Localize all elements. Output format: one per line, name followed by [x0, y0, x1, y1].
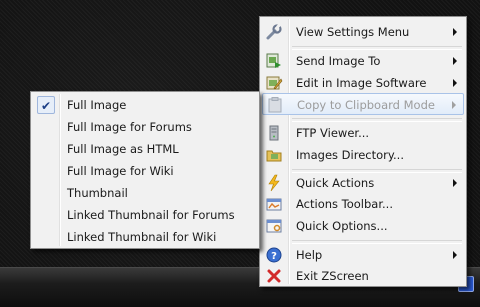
send-image-icon	[265, 52, 283, 70]
menu-item-actions-toolbar[interactable]: Actions Toolbar...	[262, 193, 464, 215]
menu-item-exit-zscreen[interactable]: Exit ZScreen	[262, 265, 464, 287]
folder-icon	[265, 146, 283, 164]
submenu-item-linked-thumbnail-for-forums[interactable]: Linked Thumbnail for Forums	[33, 204, 257, 226]
clipboard-mode-submenu: ✔ Full Image Full Image for Forums Full …	[30, 91, 260, 249]
submenu-item-full-image-for-wiki[interactable]: Full Image for Wiki	[33, 160, 257, 182]
checkmark-icon: ✔	[37, 96, 55, 114]
submenu-item-full-image-for-forums[interactable]: Full Image for Forums	[33, 116, 257, 138]
context-menu: View Settings Menu Send Image To Edit in…	[259, 16, 467, 287]
clipboard-icon	[266, 96, 284, 114]
submenu-item-full-image[interactable]: ✔ Full Image	[33, 94, 257, 116]
ftp-server-icon	[265, 124, 283, 142]
menu-item-view-settings[interactable]: View Settings Menu	[262, 21, 464, 43]
menu-item-ftp-viewer[interactable]: FTP Viewer...	[262, 122, 464, 144]
wrench-icon	[265, 23, 283, 41]
svg-text:?: ?	[271, 251, 277, 262]
chevron-right-icon	[453, 251, 457, 259]
lightning-icon	[265, 174, 283, 192]
menu-item-quick-actions[interactable]: Quick Actions	[262, 172, 464, 194]
chevron-right-icon	[453, 179, 457, 187]
exit-x-icon	[265, 267, 283, 285]
menu-item-edit-in-image-software[interactable]: Edit in Image Software	[262, 72, 464, 94]
options-icon	[265, 217, 283, 235]
chevron-right-icon	[452, 101, 456, 109]
toolbar-icon	[265, 195, 283, 213]
help-icon: ?	[265, 246, 283, 264]
chevron-right-icon	[453, 79, 457, 87]
menu-item-send-image-to[interactable]: Send Image To	[262, 50, 464, 72]
submenu-item-linked-thumbnail-for-wiki[interactable]: Linked Thumbnail for Wiki	[33, 226, 257, 248]
chevron-right-icon	[453, 28, 457, 36]
menu-item-copy-to-clipboard-mode[interactable]: Copy to Clipboard Mode	[262, 93, 464, 115]
menu-item-help[interactable]: ? Help	[262, 244, 464, 266]
submenu-item-thumbnail[interactable]: Thumbnail	[33, 182, 257, 204]
chevron-right-icon	[453, 57, 457, 65]
menu-item-images-directory[interactable]: Images Directory...	[262, 144, 464, 166]
edit-image-icon	[265, 74, 283, 92]
menu-item-quick-options[interactable]: Quick Options...	[262, 215, 464, 237]
submenu-item-full-image-as-html[interactable]: Full Image as HTML	[33, 138, 257, 160]
